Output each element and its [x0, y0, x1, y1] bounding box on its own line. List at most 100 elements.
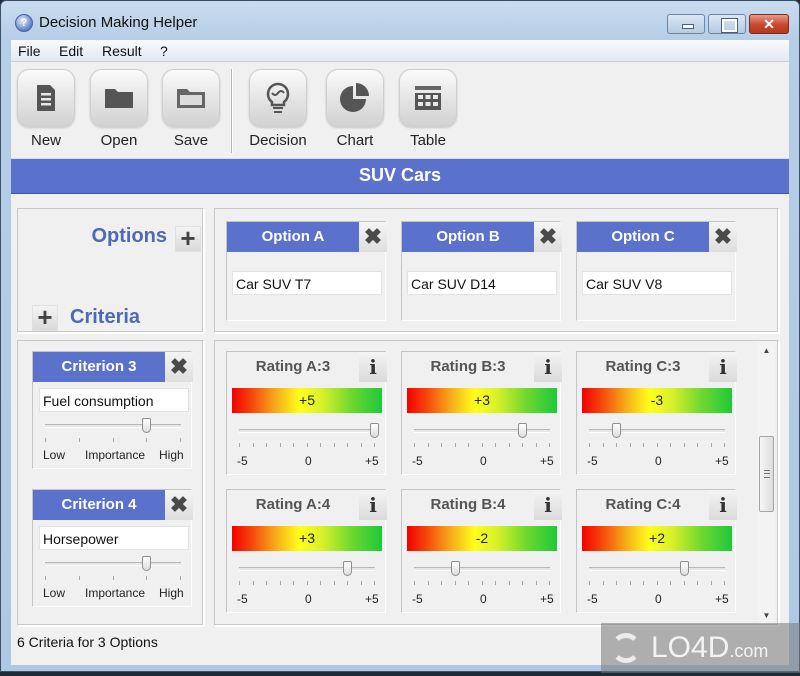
maximize-button[interactable]: [708, 14, 746, 34]
tick-mark: [428, 443, 429, 447]
slider-thumb[interactable]: [343, 561, 352, 576]
watermark-logo-icon: [611, 633, 641, 663]
rating-slider[interactable]: [589, 423, 725, 438]
app-logo-icon: ?: [15, 14, 33, 32]
rating-slider[interactable]: [239, 561, 375, 576]
info-button[interactable]: i: [359, 352, 387, 382]
rating-card: Rating B:3 i +3 -5 0 +5: [401, 351, 562, 475]
open-button[interactable]: Open: [89, 69, 149, 149]
rating-label: Rating A:3: [255, 358, 331, 375]
option-name-input[interactable]: Car SUV D14: [407, 271, 557, 295]
importance-slider[interactable]: [45, 418, 181, 433]
info-icon: i: [369, 493, 377, 517]
option-name-input[interactable]: Car SUV V8: [582, 271, 732, 295]
rating-value: +3: [474, 392, 490, 408]
info-button[interactable]: i: [359, 490, 387, 520]
info-button[interactable]: i: [709, 490, 737, 520]
menu-file[interactable]: File: [18, 43, 41, 59]
tick-mark: [455, 581, 456, 585]
importance-slider[interactable]: [45, 556, 181, 571]
remove-criterion-button[interactable]: ✖: [165, 352, 193, 382]
decision-button[interactable]: Decision: [248, 69, 308, 149]
tick-mark: [643, 443, 644, 447]
vertical-scrollbar[interactable]: ▲ ▼: [758, 342, 775, 624]
close-icon: ✖: [169, 354, 189, 379]
minimize-button[interactable]: [667, 14, 705, 34]
importance-ticks: [45, 438, 181, 442]
rating-slider[interactable]: [414, 423, 550, 438]
tick-mark: [441, 443, 442, 447]
importance-label: Importance: [85, 448, 146, 462]
chart-button[interactable]: Chart: [325, 69, 385, 149]
save-button[interactable]: Save: [161, 69, 221, 149]
remove-criterion-button[interactable]: ✖: [165, 490, 193, 520]
slider-thumb[interactable]: [142, 556, 152, 571]
close-window-button[interactable]: ✕: [749, 14, 789, 34]
info-button[interactable]: i: [534, 352, 562, 382]
criteria-label: Criteria: [70, 306, 141, 328]
tick-mark: [307, 581, 308, 585]
rating-label: Rating B:3: [430, 358, 506, 375]
tick-mark: [495, 581, 496, 585]
tick-mark: [334, 443, 335, 447]
add-criterion-button[interactable]: +: [32, 304, 58, 331]
slider-thumb[interactable]: [142, 418, 152, 433]
menu-help[interactable]: ?: [160, 43, 168, 59]
decision-label: Decision: [249, 132, 307, 149]
rating-label: Rating C:3: [605, 358, 681, 375]
new-label: New: [30, 132, 61, 149]
criterion-name-input[interactable]: Horsepower: [39, 526, 189, 550]
rating-slider[interactable]: [414, 561, 550, 576]
tick-mark: [361, 581, 362, 585]
option-name-input[interactable]: Car SUV T7: [232, 271, 382, 295]
menu-result[interactable]: Result: [102, 43, 142, 59]
new-button[interactable]: New: [16, 69, 76, 149]
rating-color-bar: -2: [407, 526, 557, 551]
tick-mark: [239, 581, 240, 585]
title-bar[interactable]: ? Decision Making Helper ✕: [1, 1, 799, 41]
tick-mark: [361, 443, 362, 447]
tick-mark: [347, 581, 348, 585]
tick-mark: [45, 438, 46, 442]
rating-slider[interactable]: [239, 423, 379, 438]
slider-thumb[interactable]: [679, 561, 689, 576]
slider-thumb[interactable]: [370, 423, 379, 438]
table-button[interactable]: Table: [398, 69, 458, 149]
tick-mark: [113, 438, 114, 442]
remove-option-button[interactable]: ✖: [359, 222, 387, 252]
close-icon: ✖: [363, 224, 383, 249]
rating-slider[interactable]: [589, 561, 725, 576]
option-card: Option B ✖ Car SUV D14: [401, 221, 562, 321]
remove-option-button[interactable]: ✖: [534, 222, 562, 252]
rating-ticks: [239, 443, 375, 447]
importance-ticks: [45, 576, 181, 580]
menu-edit[interactable]: Edit: [59, 43, 83, 59]
scale-min-label: -5: [412, 454, 423, 468]
tick-mark: [670, 443, 671, 447]
tick-mark: [334, 581, 335, 585]
tick-mark: [428, 581, 429, 585]
scale-max-label: +5: [715, 454, 729, 468]
tick-mark: [441, 581, 442, 585]
info-button[interactable]: i: [534, 490, 562, 520]
tick-mark: [589, 443, 590, 447]
rating-value: -2: [475, 530, 489, 546]
tick-mark: [589, 581, 590, 585]
scrollbar-thumb[interactable]: [759, 436, 774, 513]
slider-thumb[interactable]: [518, 423, 527, 438]
scale-mid-label: 0: [305, 454, 312, 468]
tick-mark: [670, 581, 671, 585]
remove-option-button[interactable]: ✖: [709, 222, 737, 252]
info-button[interactable]: i: [709, 352, 737, 382]
rating-ticks: [414, 443, 550, 447]
scroll-up-arrow-icon[interactable]: ▲: [758, 342, 775, 359]
tick-mark: [45, 576, 46, 580]
slider-thumb[interactable]: [450, 561, 460, 576]
rating-label: Rating B:4: [430, 496, 506, 513]
add-option-button[interactable]: +: [175, 225, 201, 252]
slider-thumb[interactable]: [612, 423, 621, 438]
scroll-down-arrow-icon[interactable]: ▼: [758, 607, 775, 624]
grip-icon: [764, 470, 770, 479]
criterion-name-input[interactable]: Fuel consumption: [39, 388, 189, 412]
scale-min-label: -5: [237, 454, 248, 468]
